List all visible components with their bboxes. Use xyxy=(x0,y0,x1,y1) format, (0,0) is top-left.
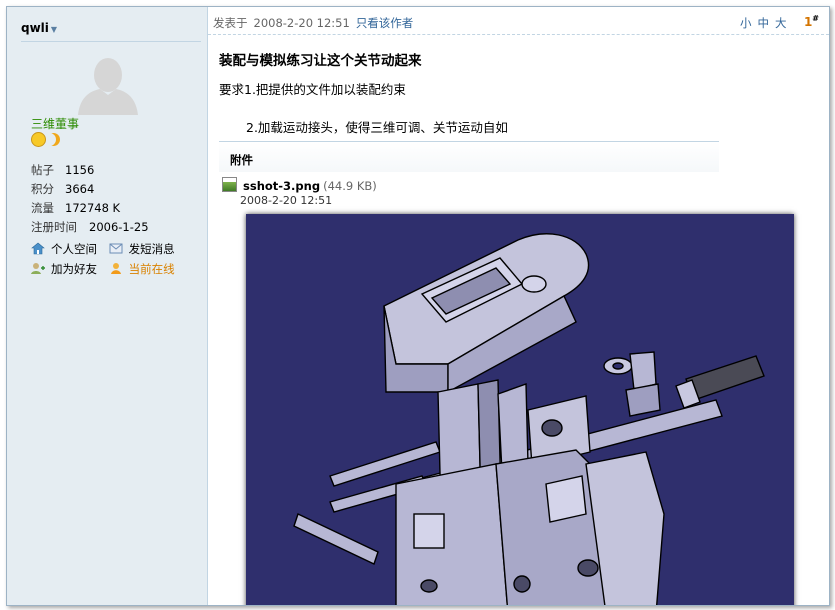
personal-space-label: 个人空间 xyxy=(51,242,97,256)
attachment-item: sshot-3.png (44.9 KB) xyxy=(222,177,377,193)
smiley-icon xyxy=(31,132,46,147)
font-size-switcher: 小中大 xyxy=(740,15,793,31)
attachment-size: (44.9 KB) xyxy=(323,179,377,193)
send-message-link[interactable]: 发短消息 xyxy=(109,239,175,259)
attachment-date: 2008-2-20 12:51 xyxy=(240,194,333,207)
stat-traffic: 流量 172748 K xyxy=(31,199,149,218)
author-header: qwli ▼ xyxy=(21,21,201,42)
post-meta: 发表于 2008-2-20 12:51 只看该作者 xyxy=(213,15,413,31)
posted-time: 2008-2-20 12:51 xyxy=(253,16,350,30)
font-size-medium[interactable]: 中 xyxy=(758,16,770,30)
post-header: 发表于 2008-2-20 12:51 只看该作者 小中大 1# xyxy=(208,7,829,35)
moon-icon xyxy=(47,133,60,146)
attachment-heading: 附件 xyxy=(230,153,253,167)
envelope-icon xyxy=(109,241,123,254)
stat-registered: 注册时间 2006-1-25 xyxy=(31,218,149,237)
add-friend-link[interactable]: 加为好友 xyxy=(31,259,97,279)
stat-points: 积分 3664 xyxy=(31,180,149,199)
chevron-down-icon[interactable]: ▼ xyxy=(51,25,57,34)
medals xyxy=(31,132,60,147)
online-status[interactable]: 当前在线 xyxy=(109,259,175,279)
online-user-icon xyxy=(109,261,123,274)
font-size-small[interactable]: 小 xyxy=(740,16,752,30)
floor-sup: # xyxy=(812,14,819,23)
posted-label: 发表于 xyxy=(213,16,248,30)
attachment-header: 附件 xyxy=(219,141,719,172)
post-content: 发表于 2008-2-20 12:51 只看该作者 小中大 1# 装配与模拟练习让这… xyxy=(208,7,829,605)
home-icon xyxy=(31,241,45,255)
floor-number[interactable]: 1# xyxy=(804,14,819,29)
user-stats: 帖子 1156 积分 3664 流量 172748 K 注册时间 2006-1-25 xyxy=(31,161,149,237)
online-status-label: 当前在线 xyxy=(128,262,175,276)
author-name[interactable]: qwli xyxy=(21,21,49,35)
attachment-image[interactable] xyxy=(246,214,794,605)
stat-value: 3664 xyxy=(65,182,95,196)
stat-value: 2006-1-25 xyxy=(89,220,149,234)
font-size-large[interactable]: 大 xyxy=(775,16,787,30)
personal-space-link[interactable]: 个人空间 xyxy=(31,239,97,259)
add-user-icon xyxy=(31,261,45,274)
cad-assembly-render xyxy=(246,214,794,605)
stat-posts: 帖子 1156 xyxy=(31,161,149,180)
stat-label: 积分 xyxy=(31,182,54,196)
attachment-filename[interactable]: sshot-3.png xyxy=(243,179,320,193)
stat-label: 注册时间 xyxy=(31,220,77,234)
user-rank: 三维董事 xyxy=(31,117,80,131)
send-message-label: 发短消息 xyxy=(128,242,175,256)
post-frame: qwli ▼ 三维董事 帖子 1156 积分 3664 流量 172748 K 注册时间… xyxy=(6,6,830,606)
user-actions: 个人空间 发短消息 加为好友 当前在线 xyxy=(31,239,207,279)
image-file-icon xyxy=(222,177,237,192)
stat-value: 172748 K xyxy=(65,201,121,215)
avatar[interactable] xyxy=(76,53,140,115)
post-title: 装配与模拟练习让这个关节动起来 xyxy=(219,53,422,69)
stat-label: 帖子 xyxy=(31,163,54,177)
add-friend-label: 加为好友 xyxy=(51,262,97,276)
post-line: 要求1.把提供的文件加以装配约束 xyxy=(219,82,406,97)
author-only-link[interactable]: 只看该作者 xyxy=(356,16,414,30)
stat-value: 1156 xyxy=(65,163,95,177)
author-sidebar: qwli ▼ 三维董事 帖子 1156 积分 3664 流量 172748 K 注册时间… xyxy=(7,7,208,605)
post-line: 2.加载运动接头，使得三维可调、关节运动自如 xyxy=(246,120,508,135)
stat-label: 流量 xyxy=(31,201,54,215)
